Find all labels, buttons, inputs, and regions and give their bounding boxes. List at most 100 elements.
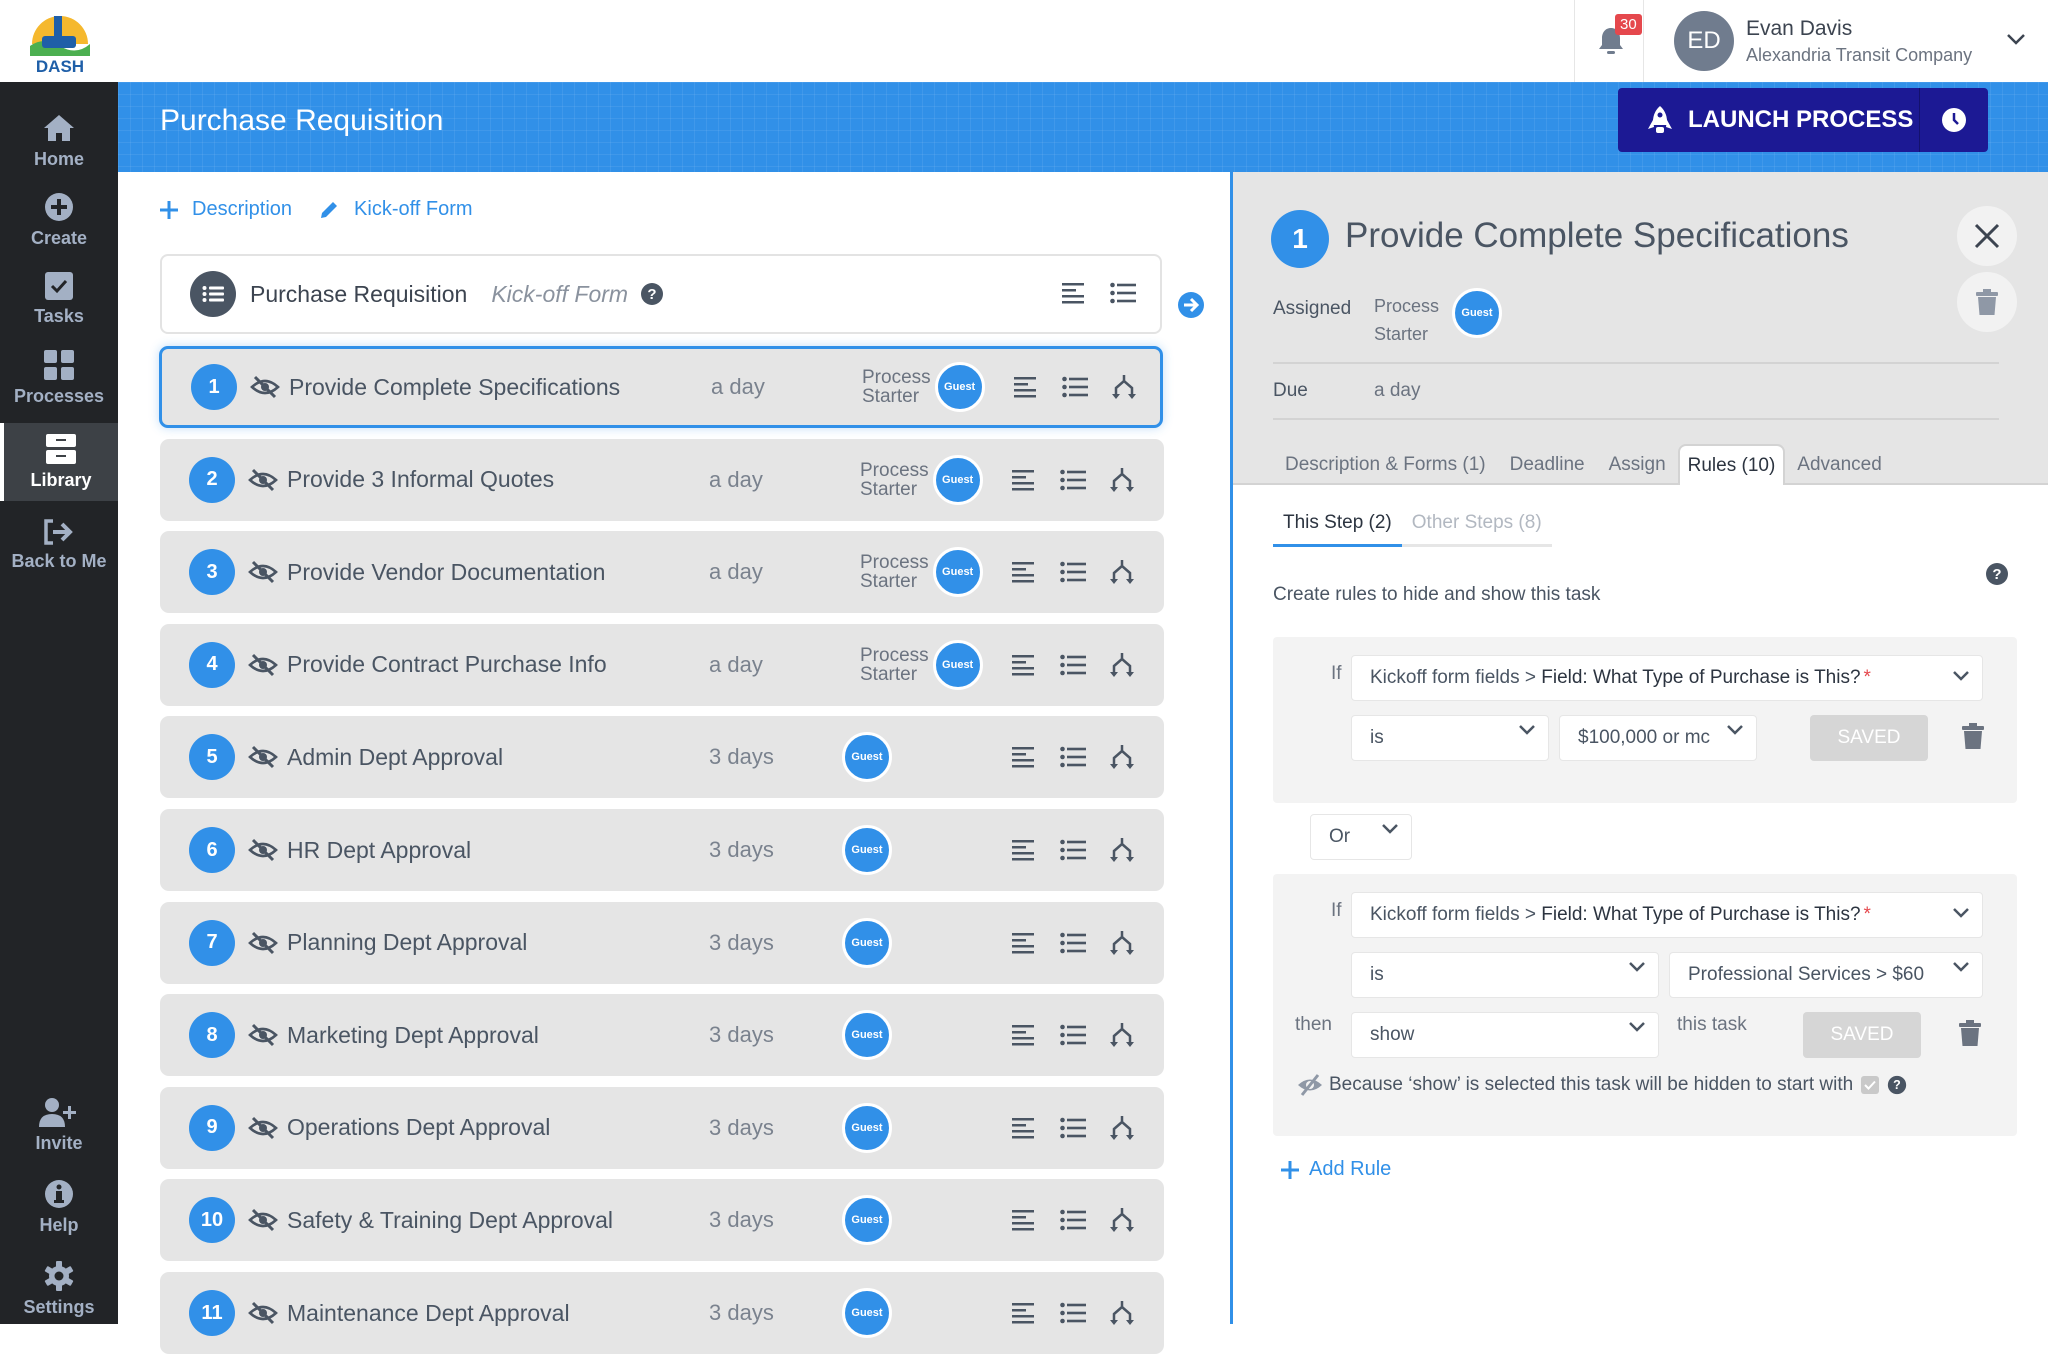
form-fields-icon[interactable] [1060, 839, 1086, 861]
sidebar-item-invite[interactable]: Invite [0, 1086, 118, 1164]
hidden-start-checkbox[interactable] [1861, 1076, 1880, 1094]
description-icon[interactable] [1012, 932, 1036, 954]
task-row[interactable]: 2 Provide 3 Informal Quotes a day Process St… [160, 438, 1164, 521]
description-icon[interactable] [1012, 561, 1036, 583]
task-row[interactable]: 1 Provide Complete Specifications a day Pro… [159, 346, 1163, 428]
kickoff-form-card[interactable]: Purchase Requisition Kick-off Form ? [160, 254, 1162, 334]
rule-combinator-select[interactable]: Or [1310, 814, 1412, 860]
description-icon[interactable] [1014, 376, 1038, 398]
branch-rules-icon[interactable] [1110, 1207, 1134, 1233]
sidebar-item-settings[interactable]: Settings [0, 1250, 118, 1328]
form-fields-icon[interactable] [1060, 1117, 1086, 1139]
task-row[interactable]: 11 Maintenance Dept Approval 3 days JLGuest [160, 1272, 1164, 1354]
branch-rules-icon[interactable] [1112, 374, 1136, 400]
company-logo[interactable]: DASH [24, 6, 96, 76]
rule-field-select[interactable]: Kickoff form fields > Field: What Type o… [1351, 655, 1983, 701]
branch-rules-icon[interactable] [1110, 1300, 1134, 1326]
task-row[interactable]: 7 Planning Dept Approval 3 days MBGuest [160, 901, 1164, 984]
tab-description-forms[interactable]: Description & Forms (1) [1273, 444, 1498, 485]
form-fields-icon[interactable] [1060, 1024, 1086, 1046]
sidebar-item-processes[interactable]: Processes [0, 339, 118, 417]
rule-operator-select[interactable]: is [1351, 715, 1549, 761]
task-name: Maintenance Dept Approval [287, 1299, 570, 1326]
help-icon[interactable]: ? [1985, 562, 2009, 586]
description-icon[interactable] [1012, 1302, 1036, 1324]
add-rule-button[interactable]: Add Rule [1281, 1158, 1391, 1181]
trash-icon[interactable] [1959, 1020, 1981, 1046]
form-fields-icon[interactable] [1060, 561, 1086, 583]
task-row[interactable]: 9 Operations Dept Approval 3 days ALGuest [160, 1086, 1164, 1169]
form-fields-icon[interactable] [1060, 1209, 1086, 1231]
description-icon[interactable] [1012, 1117, 1036, 1139]
task-row[interactable]: 8 Marketing Dept Approval 3 days WCGuest [160, 994, 1164, 1077]
saved-button[interactable]: SAVED [1810, 715, 1928, 761]
schedule-launch-button[interactable] [1920, 107, 1988, 133]
description-icon[interactable] [1012, 654, 1036, 676]
task-row[interactable]: 3 Provide Vendor Documentation a day Proces… [160, 531, 1164, 614]
description-icon[interactable] [1012, 469, 1036, 491]
description-icon[interactable] [1062, 282, 1086, 304]
branch-rules-icon[interactable] [1110, 467, 1134, 493]
tab-rules[interactable]: Rules (10) [1677, 444, 1786, 485]
subtab-other-steps[interactable]: Other Steps (8) [1401, 512, 1552, 547]
rule-action-select[interactable]: show [1351, 1012, 1659, 1058]
branch-rules-icon[interactable] [1110, 559, 1134, 585]
sidebar-item-back-to-me[interactable]: Back to Me [0, 506, 118, 584]
help-icon[interactable]: ? [640, 282, 664, 306]
form-fields-icon[interactable] [1060, 469, 1086, 491]
hidden-start-note: Because ‘show’ is selected this task wil… [1297, 1074, 1907, 1096]
branch-rules-icon[interactable] [1110, 744, 1134, 770]
close-button[interactable] [1957, 206, 2017, 266]
branch-rules-icon[interactable] [1110, 652, 1134, 678]
description-icon[interactable] [1012, 839, 1036, 861]
eye-slash-icon [248, 1116, 278, 1140]
form-fields-icon[interactable] [1110, 282, 1136, 304]
task-assignees: Process Starter Guest [862, 362, 985, 412]
sidebar-item-tasks[interactable]: Tasks [0, 260, 118, 338]
rule-operator-select[interactable]: is [1351, 952, 1659, 998]
task-row[interactable]: 10 Safety & Training Dept Approval 3 days R… [160, 1179, 1164, 1262]
rule-value-select[interactable]: Professional Services > $60 [1669, 952, 1983, 998]
branch-rules-icon[interactable] [1110, 930, 1134, 956]
task-row[interactable]: 6 HR Dept Approval 3 days SCGuest [160, 809, 1164, 891]
form-fields-icon[interactable] [1060, 932, 1086, 954]
form-fields-icon[interactable] [1060, 654, 1086, 676]
form-fields-icon[interactable] [1062, 376, 1088, 398]
help-icon[interactable]: ? [1887, 1075, 1907, 1095]
rules-description: Create rules to hide and show this task [1273, 584, 1601, 605]
svg-text:DASH: DASH [36, 57, 84, 76]
sidebar-item-help[interactable]: Help [0, 1168, 118, 1246]
user-menu[interactable]: ED Evan Davis Alexandria Transit Company [1674, 10, 1972, 72]
launch-process-button[interactable]: LAUNCH PROCESS [1618, 88, 1920, 152]
delete-step-button[interactable] [1957, 272, 2017, 332]
tab-assign[interactable]: Assign [1597, 444, 1678, 485]
trash-icon[interactable] [1962, 723, 1984, 749]
notifications-button[interactable]: 30 [1574, 0, 1644, 82]
description-icon[interactable] [1012, 746, 1036, 768]
form-fields-icon[interactable] [1060, 746, 1086, 768]
task-assignees: WCGuest [842, 1010, 892, 1061]
branch-rules-icon[interactable] [1110, 1115, 1134, 1141]
saved-button[interactable]: SAVED [1803, 1012, 1921, 1058]
branch-rules-icon[interactable] [1110, 837, 1134, 863]
tab-deadline[interactable]: Deadline [1498, 444, 1597, 485]
task-row[interactable]: 4 Provide Contract Purchase Info a day Proc… [160, 623, 1164, 706]
sidebar-item-home[interactable]: Home [0, 102, 118, 180]
task-row[interactable]: 5 Admin Dept Approval 3 days EDGuest [160, 716, 1164, 799]
rule-field-select[interactable]: Kickoff form fields > Field: What Type o… [1351, 892, 1983, 938]
tab-advanced[interactable]: Advanced [1785, 444, 1894, 485]
description-icon[interactable] [1012, 1024, 1036, 1046]
add-description-link[interactable]: Description [160, 198, 292, 221]
form-fields-icon[interactable] [1060, 1302, 1086, 1324]
edit-kickoff-form-link[interactable]: Kick-off Form [318, 198, 473, 221]
rule-value-select[interactable]: $100,000 or mc [1559, 715, 1757, 761]
arrow-right-circle-icon[interactable] [1177, 291, 1205, 319]
sidebar-item-library[interactable]: Library [0, 423, 118, 501]
page-title: Purchase Requisition [160, 104, 444, 137]
plus-icon [1281, 1160, 1309, 1179]
chevron-down-icon[interactable] [2006, 32, 2026, 46]
subtab-this-step[interactable]: This Step (2) [1273, 512, 1402, 547]
description-icon[interactable] [1012, 1209, 1036, 1231]
branch-rules-icon[interactable] [1110, 1022, 1134, 1048]
sidebar-item-create[interactable]: Create [0, 181, 118, 259]
